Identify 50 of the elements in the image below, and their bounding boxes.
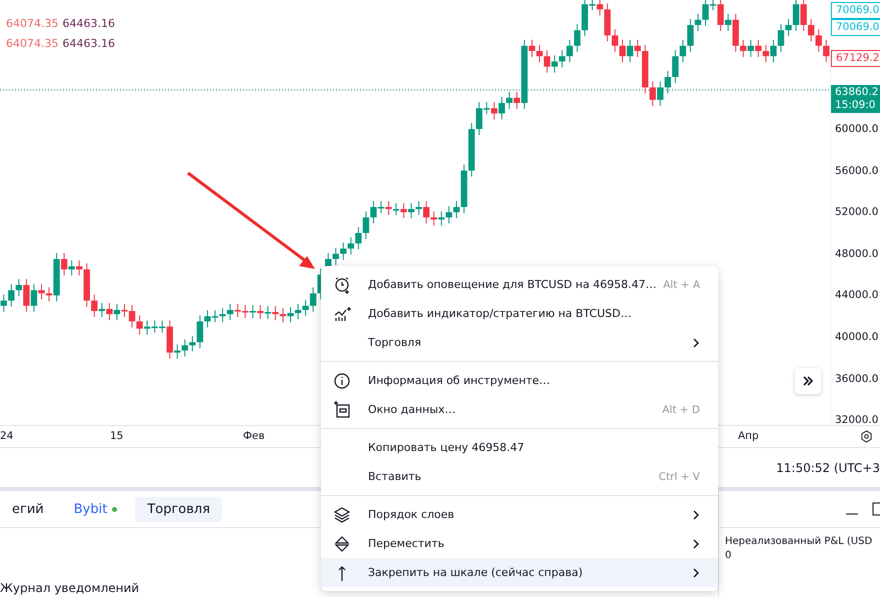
panel-tab[interactable]: Bybit (62, 496, 130, 522)
panel-tab[interactable]: егий (0, 496, 56, 522)
menu-item[interactable]: Переместить (321, 529, 718, 558)
clock-time: 11:50:52 (UTC+3 (776, 460, 880, 474)
shortcut-hint: Alt + D (662, 404, 700, 416)
price-badge: 63860.2 15:09:0 (831, 85, 880, 113)
layers-icon (333, 506, 351, 524)
menu-item[interactable]: Копировать цену 46958.47 (321, 433, 718, 462)
menu-item[interactable]: Добавить оповещение для BTCUSD на 46958.47… Alt + A (321, 270, 718, 299)
time-label: 24 (0, 430, 14, 442)
time-label: 15 (110, 430, 124, 442)
time-label: Апр (738, 430, 759, 442)
price-label: 60000.0 (835, 123, 878, 135)
price-label: 52000.0 (835, 206, 878, 218)
time-label: Фев (243, 430, 265, 442)
maximize-icon[interactable] (872, 502, 880, 516)
price-label: 36000.0 (835, 372, 878, 385)
move-icon (333, 534, 351, 552)
scroll-to-latest-button[interactable] (795, 368, 821, 394)
price-badge: 67129.2 (831, 50, 880, 67)
alarm-clock-plus-icon (333, 276, 351, 294)
settings-icon[interactable] (860, 430, 873, 443)
shortcut-hint: Alt + A (663, 278, 700, 290)
open-value: 64074.35 (6, 17, 58, 30)
price-badge: 70069.0 (831, 2, 880, 19)
double-chevron-icon (802, 375, 814, 387)
close-value: 64463.16 (62, 17, 115, 30)
price-label: 48000.0 (835, 248, 878, 260)
price-label: 44000.0 (835, 289, 878, 302)
panel-tab[interactable]: Торговля (135, 496, 222, 522)
open-value: 64074.35 (6, 37, 58, 50)
menu-item[interactable]: Порядок слоев (321, 500, 718, 529)
info-icon (333, 372, 351, 390)
menu-item[interactable]: Вставить Ctrl + V (321, 462, 718, 491)
price-badge: 70069.0 (831, 19, 880, 36)
shortcut-hint: Ctrl + V (658, 470, 700, 482)
data-window-icon (333, 400, 351, 418)
menu-item[interactable]: Торговля (321, 328, 718, 357)
pnl-label: Нереализованный P&L (USD (724, 536, 874, 547)
price-axis[interactable]: 60000.0 56000.0 52000.0 48000.0 44000.0 40000.0 36000.0 32000.0 70069.0 70069.0 67129.2 63860.2 15:09:0 (830, 0, 880, 425)
menu-item[interactable]: Добавить индикатор/стратегию на BTCUSD… (321, 299, 718, 328)
price-label: 56000.0 (835, 164, 878, 177)
indicator-plus-icon (333, 304, 351, 322)
close-value: 64463.16 (62, 37, 115, 50)
pnl-value: 0 (724, 550, 732, 561)
menu-item[interactable]: Информация об инструменте… (321, 366, 718, 395)
price-label: 32000.0 (835, 414, 878, 426)
menu-item[interactable]: Окно данных… Alt + D (321, 395, 718, 424)
price-label: 40000.0 (835, 331, 878, 343)
menu-item[interactable]: Закрепить на шкале (сейчас справа) (321, 558, 718, 587)
